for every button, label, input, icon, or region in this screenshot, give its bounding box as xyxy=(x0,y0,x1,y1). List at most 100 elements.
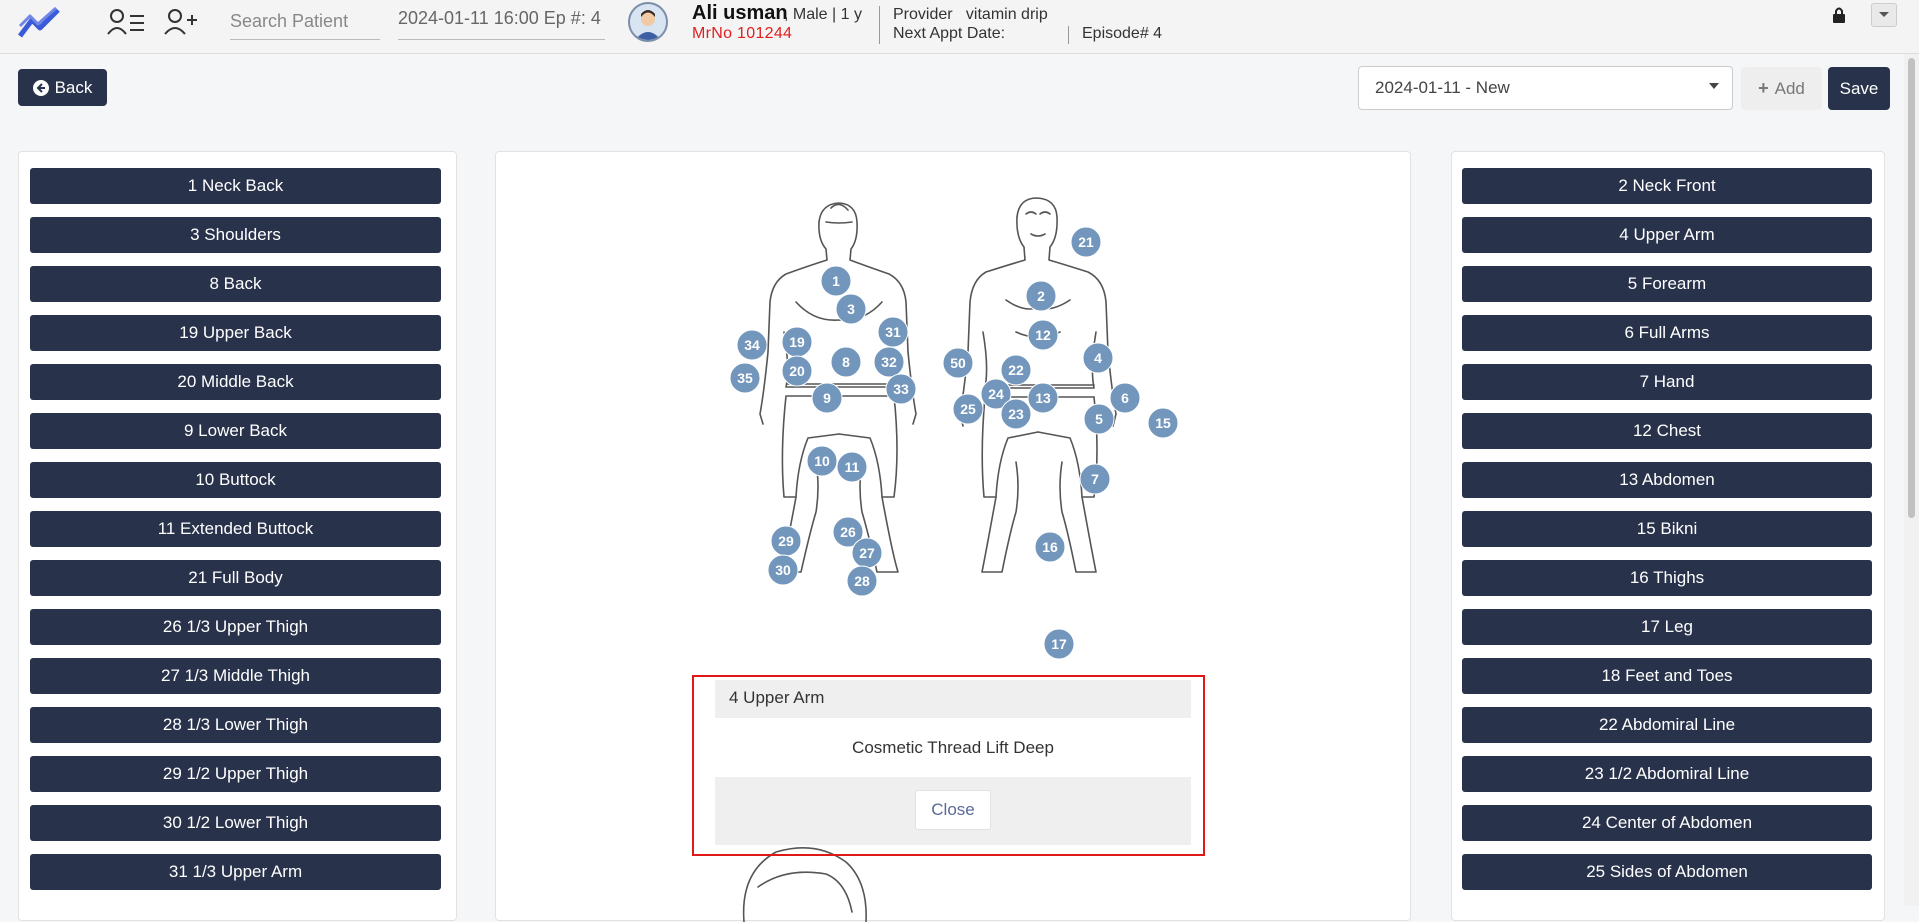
patient-list-icon[interactable] xyxy=(106,6,146,43)
scrollbar[interactable] xyxy=(1904,54,1919,906)
body-marker[interactable]: 34 xyxy=(736,329,768,361)
add-patient-icon[interactable] xyxy=(163,6,199,43)
body-area-button[interactable]: 23 1/2 Abdomiral Line xyxy=(1462,756,1872,792)
body-marker[interactable]: 27 xyxy=(851,537,883,569)
body-marker[interactable]: 28 xyxy=(846,565,878,597)
body-area-button[interactable]: 6 Full Arms xyxy=(1462,315,1872,351)
body-marker[interactable]: 15 xyxy=(1147,407,1179,439)
body-marker[interactable]: 25 xyxy=(952,393,984,425)
provider-label: Provider xyxy=(893,6,953,23)
body-marker[interactable]: 4 xyxy=(1082,342,1114,374)
body-area-button[interactable]: 5 Forearm xyxy=(1462,266,1872,302)
body-area-button[interactable]: 8 Back xyxy=(30,266,441,302)
body-marker[interactable]: 30 xyxy=(767,554,799,586)
top-bar: 2024-01-11 16:00 Ep #: 4 Ali usman , Mal… xyxy=(0,0,1919,54)
body-marker[interactable]: 2 xyxy=(1025,280,1057,312)
body-area-button[interactable]: 27 1/3 Middle Thigh xyxy=(30,658,441,694)
body-marker[interactable]: 10 xyxy=(806,445,838,477)
body-area-button[interactable]: 13 Abdomen xyxy=(1462,462,1872,498)
add-label: Add xyxy=(1774,78,1805,98)
body-marker-label: 11 xyxy=(845,459,860,475)
body-area-button[interactable]: 2 Neck Front xyxy=(1462,168,1872,204)
body-marker-label: 31 xyxy=(885,324,901,340)
body-marker-label: 20 xyxy=(789,363,805,379)
body-area-button[interactable]: 26 1/3 Upper Thigh xyxy=(30,609,441,645)
body-marker[interactable]: 17 xyxy=(1043,628,1075,660)
body-area-button[interactable]: 10 Buttock xyxy=(30,462,441,498)
divider xyxy=(879,6,880,44)
body-marker-label: 13 xyxy=(1035,390,1051,406)
body-area-button[interactable]: 15 Bikni xyxy=(1462,511,1872,547)
close-button[interactable]: Close xyxy=(915,790,991,830)
body-marker[interactable]: 32 xyxy=(873,346,905,378)
body-area-button[interactable]: 9 Lower Back xyxy=(30,413,441,449)
body-marker[interactable]: 8 xyxy=(830,346,862,378)
body-marker[interactable]: 11 xyxy=(836,451,868,483)
divider xyxy=(1068,26,1069,44)
body-marker-label: 25 xyxy=(960,401,976,417)
body-marker-label: 4 xyxy=(1094,350,1102,366)
body-area-button[interactable]: 20 Middle Back xyxy=(30,364,441,400)
body-area-button[interactable]: 30 1/2 Lower Thigh xyxy=(30,805,441,841)
add-button[interactable]: + Add xyxy=(1741,67,1822,110)
scrollbar-thumb[interactable] xyxy=(1908,58,1915,518)
date-select[interactable]: 2024-01-11 - New xyxy=(1358,66,1733,110)
body-area-button[interactable]: 16 Thighs xyxy=(1462,560,1872,596)
body-area-button[interactable]: 12 Chest xyxy=(1462,413,1872,449)
left-body-area-panel: 1 Neck Back 3 Shoulders 8 Back 19 Upper Bac… xyxy=(18,151,457,921)
body-marker[interactable]: 21 xyxy=(1070,226,1102,258)
body-marker-label: 10 xyxy=(814,453,830,469)
caret-down-icon xyxy=(1709,83,1719,89)
body-area-button[interactable]: 3 Shoulders xyxy=(30,217,441,253)
body-area-button[interactable]: 11 Extended Buttock xyxy=(30,511,441,547)
body-area-button[interactable]: 7 Hand xyxy=(1462,364,1872,400)
body-marker[interactable]: 5 xyxy=(1083,403,1115,435)
episode-selector[interactable]: 2024-01-11 16:00 Ep #: 4 xyxy=(398,4,605,40)
body-marker[interactable]: 35 xyxy=(729,362,761,394)
body-marker[interactable]: 22 xyxy=(1000,354,1032,386)
body-marker[interactable]: 16 xyxy=(1034,531,1066,563)
body-marker-label: 33 xyxy=(893,381,909,397)
lock-icon[interactable] xyxy=(1832,6,1846,29)
body-marker[interactable]: 31 xyxy=(877,316,909,348)
body-area-button[interactable]: 25 Sides of Abdomen xyxy=(1462,854,1872,890)
body-marker-label: 19 xyxy=(789,334,805,350)
body-marker-label: 32 xyxy=(881,354,897,370)
body-marker[interactable]: 1 xyxy=(820,265,852,297)
body-marker[interactable]: 33 xyxy=(885,373,917,405)
body-marker[interactable]: 12 xyxy=(1027,319,1059,351)
body-area-button[interactable]: 29 1/2 Upper Thigh xyxy=(30,756,441,792)
body-marker-label: 15 xyxy=(1155,415,1171,431)
back-button[interactable]: Back xyxy=(18,69,107,106)
body-marker[interactable]: 13 xyxy=(1027,382,1059,414)
body-marker-label: 29 xyxy=(778,533,794,549)
body-area-button[interactable]: 17 Leg xyxy=(1462,609,1872,645)
search-patient-input[interactable] xyxy=(230,4,380,40)
date-select-value: 2024-01-11 - New xyxy=(1375,78,1510,97)
body-marker[interactable]: 9 xyxy=(811,382,843,414)
body-marker[interactable]: 29 xyxy=(770,525,802,557)
body-marker[interactable]: 19 xyxy=(781,326,813,358)
body-marker[interactable]: 20 xyxy=(781,355,813,387)
body-marker[interactable]: 7 xyxy=(1079,463,1111,495)
right-body-area-list: 2 Neck Front 4 Upper Arm 5 Forearm 6 Full A… xyxy=(1462,168,1872,903)
app-logo-icon[interactable] xyxy=(18,6,60,45)
body-area-button[interactable]: 24 Center of Abdomen xyxy=(1462,805,1872,841)
body-area-button[interactable]: 22 Abdomiral Line xyxy=(1462,707,1872,743)
body-marker-label: 30 xyxy=(775,562,791,578)
body-area-button[interactable]: 19 Upper Back xyxy=(30,315,441,351)
body-marker[interactable]: 6 xyxy=(1109,382,1141,414)
body-area-button[interactable]: 18 Feet and Toes xyxy=(1462,658,1872,694)
popup-title: 4 Upper Arm xyxy=(729,688,825,707)
body-area-button[interactable]: 31 1/3 Upper Arm xyxy=(30,854,441,890)
user-menu-dropdown[interactable] xyxy=(1871,3,1897,27)
body-area-button[interactable]: 21 Full Body xyxy=(30,560,441,596)
body-marker[interactable]: 23 xyxy=(1000,398,1032,430)
body-area-button[interactable]: 1 Neck Back xyxy=(30,168,441,204)
save-button[interactable]: Save xyxy=(1828,67,1890,110)
body-marker[interactable]: 50 xyxy=(942,347,974,379)
body-marker[interactable]: 3 xyxy=(835,293,867,325)
mrno: MrNo 101244 xyxy=(692,25,793,42)
body-area-button[interactable]: 4 Upper Arm xyxy=(1462,217,1872,253)
body-area-button[interactable]: 28 1/3 Lower Thigh xyxy=(30,707,441,743)
